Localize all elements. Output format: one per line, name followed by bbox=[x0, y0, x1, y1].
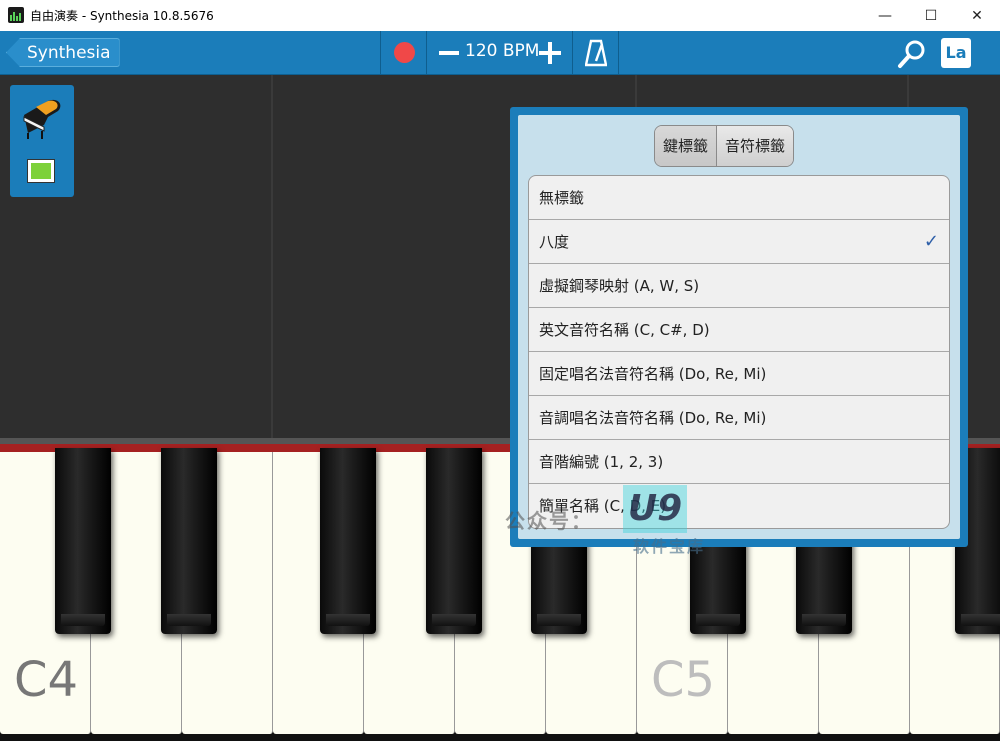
key-label-button[interactable]: La bbox=[941, 38, 971, 68]
window-title: 自由演奏 - Synthesia 10.8.5676 bbox=[30, 9, 214, 23]
toolbar: Synthesia 120 BPM La bbox=[0, 31, 1000, 75]
black-key[interactable] bbox=[161, 448, 217, 634]
synthesia-app-icon bbox=[8, 7, 24, 23]
close-button[interactable]: ✕ bbox=[954, 0, 1000, 31]
search-icon[interactable] bbox=[896, 38, 928, 70]
option-label: 八度 bbox=[539, 233, 570, 251]
key-label-c4: C4 bbox=[14, 652, 79, 708]
instrument-panel[interactable] bbox=[10, 85, 74, 197]
back-button[interactable]: Synthesia bbox=[6, 38, 120, 67]
tempo-label: 120 BPM bbox=[465, 41, 540, 61]
option-fixed-do[interactable]: 固定唱名法音符名稱 (Do, Re, Mi) bbox=[529, 352, 949, 396]
option-label: 音調唱名法音符名稱 (Do, Re, Mi) bbox=[539, 409, 767, 427]
toolbar-divider bbox=[618, 31, 619, 74]
black-key[interactable] bbox=[426, 448, 482, 634]
checkmark-icon: ✓ bbox=[923, 231, 939, 252]
minimize-button[interactable]: — bbox=[862, 0, 908, 31]
option-label: 固定唱名法音符名稱 (Do, Re, Mi) bbox=[539, 365, 767, 383]
toolbar-divider bbox=[380, 31, 381, 74]
plus-icon[interactable] bbox=[539, 42, 561, 64]
option-scale-degrees[interactable]: 音階編號 (1, 2, 3) bbox=[529, 440, 949, 484]
popup-body: 鍵標籤 音符標籤 無標籤 八度 ✓ 虛擬鋼琴映射 (A, W, S) 英文音符名稱… bbox=[518, 115, 960, 539]
black-key[interactable] bbox=[320, 448, 376, 634]
option-label: 音階編號 (1, 2, 3) bbox=[539, 453, 664, 471]
option-virtual-piano[interactable]: 虛擬鋼琴映射 (A, W, S) bbox=[529, 264, 949, 308]
option-no-labels[interactable]: 無標籤 bbox=[529, 176, 949, 220]
maximize-button[interactable]: ☐ bbox=[908, 0, 954, 31]
measure-line bbox=[271, 75, 273, 440]
key-label-popup: 鍵標籤 音符標籤 無標籤 八度 ✓ 虛擬鋼琴映射 (A, W, S) 英文音符名稱… bbox=[510, 107, 968, 547]
black-key[interactable] bbox=[55, 448, 111, 634]
option-simple-names[interactable]: 簡單名稱 (C, D, E) bbox=[529, 484, 949, 528]
option-label: 簡單名稱 (C, D, E) bbox=[539, 497, 667, 515]
minus-icon[interactable] bbox=[439, 51, 459, 55]
label-options-list: 無標籤 八度 ✓ 虛擬鋼琴映射 (A, W, S) 英文音符名稱 (C, C#, … bbox=[528, 175, 950, 529]
option-label: 無標籤 bbox=[539, 189, 585, 207]
metronome-icon[interactable] bbox=[584, 39, 608, 67]
toolbar-divider bbox=[426, 31, 427, 74]
grand-piano-icon[interactable] bbox=[18, 93, 66, 141]
tab-note-labels[interactable]: 音符標籤 bbox=[717, 126, 794, 166]
option-label: 英文音符名稱 (C, C#, D) bbox=[539, 321, 710, 339]
tab-key-labels[interactable]: 鍵標籤 bbox=[655, 126, 718, 166]
option-octave[interactable]: 八度 ✓ bbox=[529, 220, 949, 264]
key-label-c5: C5 bbox=[651, 652, 716, 708]
option-english-names[interactable]: 英文音符名稱 (C, C#, D) bbox=[529, 308, 949, 352]
option-movable-do[interactable]: 音調唱名法音符名稱 (Do, Re, Mi) bbox=[529, 396, 949, 440]
toolbar-divider bbox=[572, 31, 573, 74]
title-bar: 自由演奏 - Synthesia 10.8.5676 — ☐ ✕ bbox=[0, 0, 1000, 32]
record-icon[interactable] bbox=[394, 42, 415, 63]
option-label: 虛擬鋼琴映射 (A, W, S) bbox=[539, 277, 700, 295]
label-type-segmented-control: 鍵標籤 音符標籤 bbox=[654, 125, 795, 167]
track-color-swatch[interactable] bbox=[27, 159, 55, 183]
